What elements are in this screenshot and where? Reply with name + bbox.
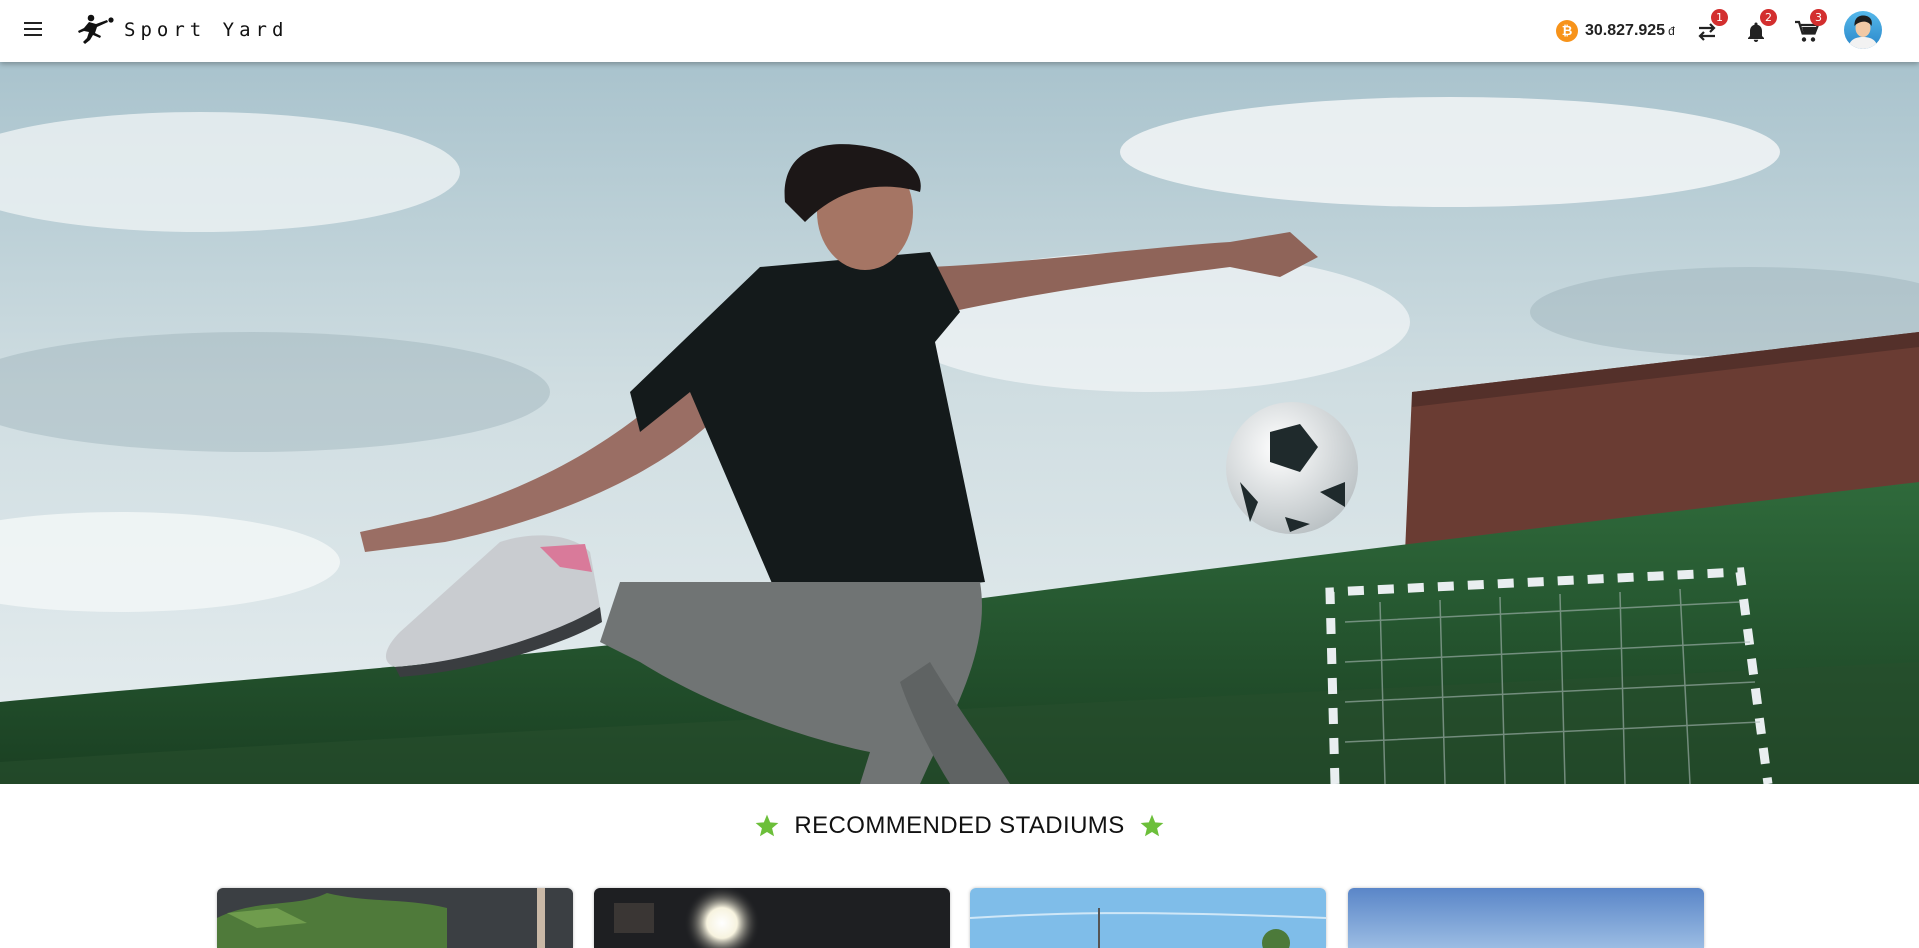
bitcoin-icon: ₿	[1556, 20, 1578, 42]
transfer-count-badge: 1	[1711, 9, 1728, 26]
brand-name[interactable]: Sport Yard	[124, 19, 288, 41]
currency-symbol: đ	[1668, 24, 1675, 38]
soccer-player-logo-icon[interactable]	[76, 13, 116, 47]
menu-icon	[24, 22, 42, 24]
stadium-card[interactable]	[970, 888, 1326, 948]
stadium-card[interactable]	[217, 888, 573, 948]
recommended-stadiums-heading: RECOMMENDED STADIUMS	[0, 812, 1919, 840]
stadium-card[interactable]	[594, 888, 950, 948]
notifications-button[interactable]: 2	[1741, 9, 1777, 46]
stadium-image	[1348, 888, 1704, 948]
notification-count-badge: 2	[1760, 9, 1777, 26]
stadium-image	[217, 888, 573, 948]
menu-button[interactable]	[22, 20, 44, 38]
wallet-balance[interactable]: ₿ 30.827.925 đ	[1556, 19, 1675, 43]
balance-amount: 30.827.925	[1585, 22, 1666, 39]
top-app-bar: Sport Yard ₿ 30.827.925 đ 1 2 3	[0, 0, 1919, 62]
transfer-button[interactable]: 1	[1692, 9, 1728, 46]
user-avatar[interactable]	[1844, 11, 1882, 49]
star-icon	[756, 814, 779, 837]
section-title: RECOMMENDED STADIUMS	[794, 812, 1125, 839]
stadium-image	[970, 888, 1326, 948]
stadium-image	[594, 888, 950, 948]
hero-banner-image	[0, 62, 1919, 784]
stadium-card[interactable]	[1348, 888, 1704, 948]
cart-count-badge: 3	[1810, 9, 1827, 26]
cart-button[interactable]: 3	[1791, 9, 1827, 46]
star-icon	[1140, 814, 1163, 837]
